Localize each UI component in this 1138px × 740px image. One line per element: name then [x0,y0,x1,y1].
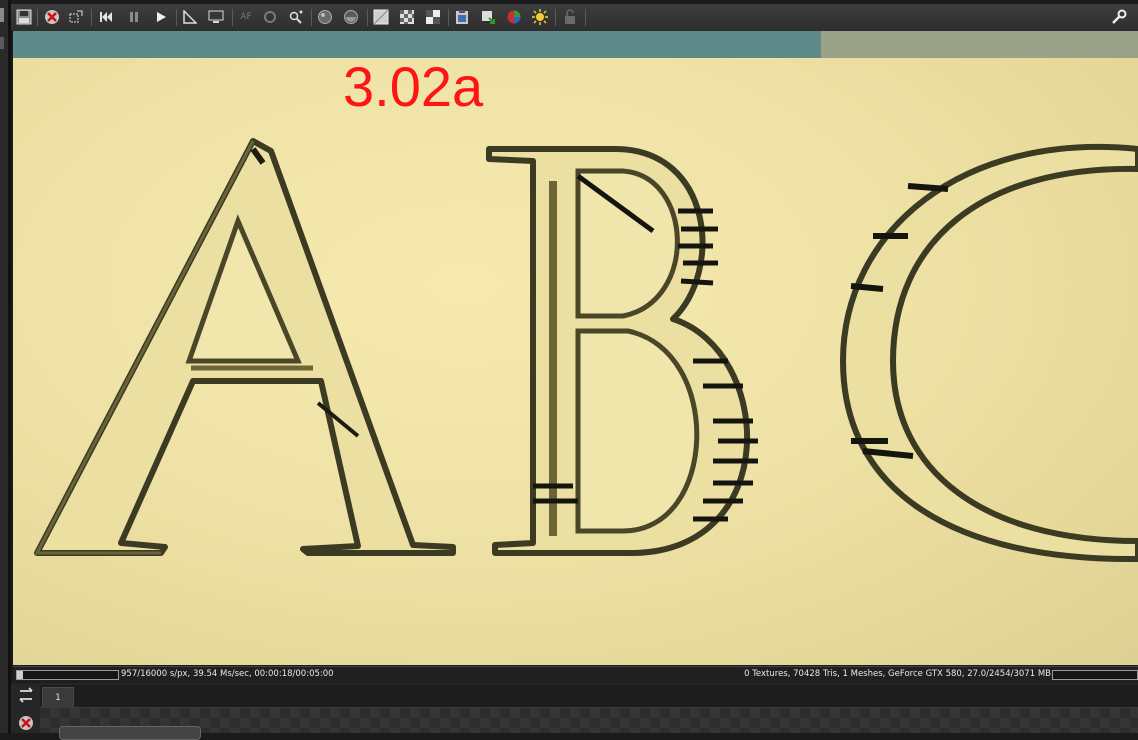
node-graph-panel: 1 [11,683,1138,740]
graph-layout-icon[interactable] [17,687,35,705]
clipboard-icon[interactable] [453,8,471,26]
focus-picker-icon[interactable] [287,8,305,26]
version-label: 3.02a [343,55,484,118]
rewind-icon[interactable] [97,8,115,26]
refresh-icon[interactable] [261,8,279,26]
play-icon[interactable] [152,8,170,26]
letter-a-shape [34,138,456,556]
render-stats-text: 957/16000 s/px, 39.54 Ms/sec, 00:00:18/0… [121,669,334,679]
letter-b-shape [486,146,758,556]
checker-display-icon[interactable] [398,8,416,26]
render-progress-bar [16,670,119,680]
material-sphere-alt-icon[interactable] [342,8,360,26]
alpha-display-icon[interactable] [372,8,390,26]
dock-separator[interactable] [8,0,11,733]
render-progress-fill [17,671,24,679]
render-toolbar: AF [11,4,1138,32]
cancel-render-icon[interactable] [43,8,61,26]
memory-usage-bar [1052,670,1138,680]
graph-node[interactable] [59,726,201,740]
light-icon[interactable] [531,8,549,26]
pause-icon[interactable] [125,8,143,26]
monitor-icon[interactable] [207,8,225,26]
ruler-icon[interactable] [181,8,199,26]
gpu-stats-text: 0 Textures, 70428 Tris, 1 Meshes, GeForc… [744,669,1051,679]
cancel-node-icon[interactable] [17,715,35,733]
region-render-icon[interactable] [67,8,85,26]
save-render-icon[interactable] [15,8,33,26]
export-icon[interactable] [479,8,497,26]
graph-tab-bar: 1 [40,685,1138,708]
af-icon[interactable]: AF [237,8,255,26]
abc-letters-render [34,138,1138,563]
lock-icon[interactable] [561,8,579,26]
material-sphere-icon[interactable] [316,8,334,26]
node-graph-canvas[interactable] [40,708,1138,733]
tab-1[interactable]: 1 [42,687,74,708]
wrench-icon[interactable] [1110,8,1128,26]
dock-grip[interactable] [0,8,4,22]
letter-c-shape [840,143,1138,563]
render-status-bar: 957/16000 s/px, 39.54 Ms/sec, 00:00:18/0… [13,666,1138,682]
render-viewport[interactable]: 3.02a [13,31,1138,665]
contrast-display-icon[interactable] [424,8,442,26]
dock-grip-secondary[interactable] [0,37,4,49]
left-dock-strip [0,0,11,733]
color-picker-icon[interactable] [505,8,523,26]
